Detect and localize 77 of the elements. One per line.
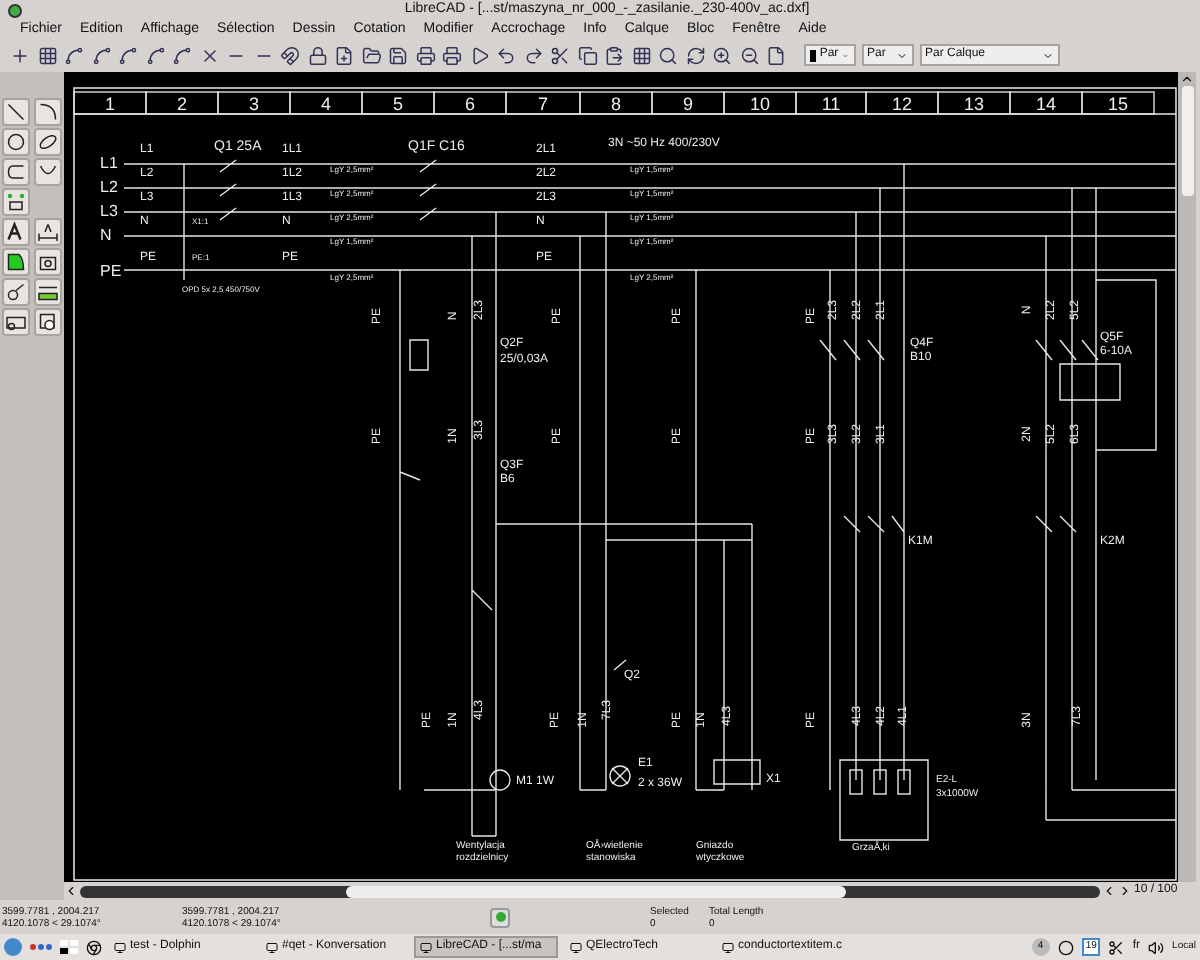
- status-icon: [490, 907, 510, 927]
- launcher-icon[interactable]: [4, 938, 22, 956]
- print-icon[interactable]: [440, 43, 464, 67]
- scroll-up-icon[interactable]: [1180, 72, 1194, 86]
- tray-icon[interactable]: [1057, 939, 1074, 955]
- spline-icon[interactable]: [33, 158, 62, 186]
- search-icon[interactable]: [656, 43, 680, 67]
- app-icon: [420, 941, 432, 953]
- vertical-scrollbar[interactable]: [1178, 72, 1196, 882]
- schematic-label: PE: [100, 262, 122, 280]
- column-number: 4: [321, 94, 331, 114]
- app-icon: [570, 941, 582, 953]
- schematic-label: L2: [100, 178, 118, 196]
- hatch-icon[interactable]: [2, 248, 31, 276]
- text-icon[interactable]: [2, 218, 31, 246]
- scissors-icon[interactable]: [1108, 939, 1125, 955]
- camera-icon[interactable]: [33, 248, 62, 276]
- column-number: 10: [750, 94, 770, 114]
- app-icon: [266, 941, 278, 953]
- scroll-right-icon[interactable]: [1118, 884, 1132, 898]
- browser-icon[interactable]: [86, 939, 102, 955]
- block-icon[interactable]: [2, 308, 31, 336]
- column-number: 13: [964, 94, 984, 114]
- column-number: 1: [105, 94, 115, 114]
- circle-icon[interactable]: [2, 128, 31, 156]
- app-icon: [114, 941, 126, 953]
- copy-icon[interactable]: [575, 43, 599, 67]
- triangle-icon[interactable]: [467, 43, 491, 67]
- dots-icon[interactable]: [30, 944, 52, 950]
- select-icon[interactable]: [33, 308, 62, 336]
- curve-icon[interactable]: [2, 158, 31, 186]
- column-number: 12: [892, 94, 912, 114]
- scroll-thumb[interactable]: [346, 885, 846, 897]
- redo-icon[interactable]: [521, 43, 545, 67]
- pager-icon[interactable]: [60, 940, 78, 954]
- magnet-icon[interactable]: [278, 43, 302, 67]
- zoom-in-icon[interactable]: [710, 43, 734, 67]
- line-icon[interactable]: [2, 98, 31, 126]
- page-icon[interactable]: [764, 43, 788, 67]
- app-icon: [722, 941, 734, 953]
- column-number: 6: [465, 94, 475, 114]
- caret-icon: [1041, 49, 1053, 61]
- column-number: 7: [538, 94, 548, 114]
- scroll-left-icon[interactable]: [64, 884, 78, 898]
- ellipse-icon[interactable]: [33, 128, 62, 156]
- schematic-label: L1: [100, 154, 118, 172]
- print-icon[interactable]: [413, 43, 437, 67]
- column-number: 15: [1108, 94, 1128, 114]
- app-icon: [8, 3, 22, 17]
- save-icon[interactable]: [386, 43, 410, 67]
- new-file-icon[interactable]: [332, 43, 356, 67]
- scroll-left-icon[interactable]: [1102, 884, 1116, 898]
- caret-icon: [895, 49, 907, 61]
- color-swatch-icon: [809, 49, 816, 61]
- volume-icon[interactable]: [1148, 939, 1165, 955]
- scroll-thumb[interactable]: [1181, 86, 1193, 196]
- refresh-icon[interactable]: [683, 43, 707, 67]
- measure-icon[interactable]: [33, 278, 62, 306]
- horizontal-scrollbar[interactable]: [80, 885, 1100, 897]
- cut-icon[interactable]: [548, 43, 572, 67]
- column-number: 8: [611, 94, 621, 114]
- lock-icon[interactable]: [305, 43, 329, 67]
- column-number: 2: [177, 94, 187, 114]
- arc-icon[interactable]: [33, 98, 62, 126]
- column-number: 14: [1036, 94, 1056, 114]
- folder-icon[interactable]: [359, 43, 383, 67]
- zoom-out-icon[interactable]: [737, 43, 761, 67]
- column-number: 11: [821, 94, 841, 114]
- column-number: 5: [393, 94, 403, 114]
- dimension-icon[interactable]: [33, 218, 62, 246]
- schematic-label: L3: [100, 202, 118, 220]
- paste-icon[interactable]: [602, 43, 626, 67]
- column-number: 3: [249, 94, 259, 114]
- points-icon[interactable]: [2, 188, 31, 216]
- undo-icon[interactable]: [494, 43, 518, 67]
- column-number: 9: [683, 94, 693, 114]
- schematic-label: N: [100, 226, 112, 244]
